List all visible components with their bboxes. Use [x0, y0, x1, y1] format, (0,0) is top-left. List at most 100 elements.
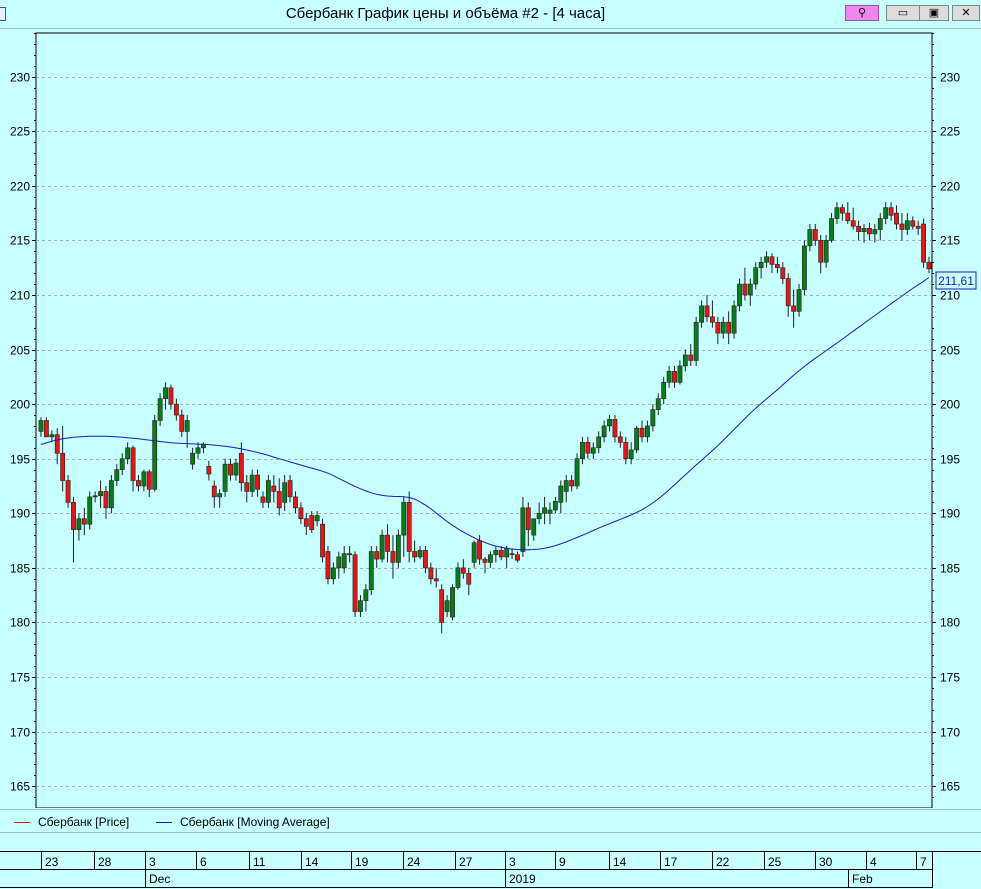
candle — [753, 262, 759, 290]
day-label: 24 — [407, 855, 421, 869]
candle — [818, 234, 824, 274]
candle — [872, 224, 878, 243]
maximize-button[interactable]: ▣ — [919, 5, 949, 21]
candle-body — [184, 420, 190, 432]
candle-body — [444, 600, 450, 612]
y-tick-label-left: 205 — [10, 344, 30, 358]
candle — [266, 475, 271, 508]
candle — [179, 409, 185, 437]
candle-body — [839, 207, 845, 214]
day-label: 6 — [200, 855, 207, 869]
day-label: 30 — [819, 855, 833, 869]
candle-body — [509, 553, 515, 556]
candle — [726, 311, 732, 345]
candle-body — [271, 485, 277, 492]
price-chart[interactable]: 165 165 170 170 175 175 180 180 185 185 190 190 195 1… — [0, 28, 981, 808]
candle-body — [293, 496, 298, 509]
candle — [710, 300, 715, 328]
candle-body — [260, 496, 266, 503]
candle — [444, 595, 450, 617]
candle-body — [98, 491, 103, 497]
y-tick-label-right: 225 — [940, 125, 960, 139]
day-label: 17 — [664, 855, 678, 869]
candle-body — [206, 466, 212, 475]
candle-body — [807, 229, 813, 247]
candle — [395, 529, 401, 568]
candle — [146, 469, 152, 497]
last-price-label: 211,61 — [938, 274, 974, 288]
candle — [769, 253, 775, 274]
candle — [271, 475, 277, 503]
candle-body — [542, 507, 547, 514]
candle — [498, 546, 504, 561]
link-button[interactable]: ⚲ — [845, 5, 879, 21]
candle — [217, 489, 223, 508]
candle-body — [769, 256, 775, 265]
candle — [320, 518, 325, 563]
candle-body — [737, 283, 742, 307]
candle-body — [796, 289, 802, 312]
candle-body — [249, 474, 255, 492]
candle-body — [558, 485, 564, 503]
candle — [525, 502, 531, 547]
legend-swatch-ma — [156, 822, 172, 824]
minimize-button[interactable]: ▭ — [886, 5, 920, 21]
candle — [184, 415, 190, 448]
candle — [136, 475, 141, 492]
candle — [894, 205, 899, 230]
day-label: 14 — [305, 855, 319, 869]
time-axis[interactable]: 23 28 3 6 11 14 19 24 27 3 9 14 17 22 25 30 4 7 Dec 2019 Fe… — [0, 851, 981, 889]
candle — [780, 262, 786, 285]
candle — [623, 436, 629, 465]
candle-body — [834, 207, 840, 219]
candle-body — [38, 420, 44, 432]
candle — [401, 496, 407, 557]
candle-body — [672, 371, 677, 383]
candle-body — [428, 567, 434, 580]
candle-body — [374, 551, 380, 560]
candle-body — [330, 567, 336, 580]
candle-body — [894, 212, 899, 225]
candle — [634, 425, 640, 454]
day-label: 4 — [870, 855, 877, 869]
candle — [628, 442, 634, 465]
candle — [536, 502, 542, 525]
candle — [439, 584, 445, 634]
legend-item-ma[interactable]: Сбербанк [Moving Average] — [156, 815, 330, 829]
candle-body — [244, 482, 250, 492]
candle-body — [390, 551, 396, 563]
candle — [60, 425, 66, 492]
candle-body — [136, 480, 141, 487]
y-tick-label-left: 220 — [10, 180, 30, 194]
candle — [44, 417, 49, 438]
candle-body — [228, 463, 233, 476]
candle-body — [341, 553, 347, 569]
legend-item-price[interactable]: Сбербанк [Price] — [14, 815, 129, 829]
candle — [607, 415, 612, 432]
candle-body — [276, 491, 282, 509]
candle — [552, 496, 558, 514]
candle — [910, 216, 916, 230]
candle — [460, 559, 466, 579]
candle — [168, 384, 174, 410]
candle — [715, 316, 721, 345]
candle-body — [233, 462, 239, 476]
candle-body — [146, 471, 152, 490]
candle-body — [628, 449, 634, 460]
candle — [856, 220, 862, 241]
candle — [829, 213, 834, 243]
candle — [688, 344, 694, 366]
candle-body — [710, 316, 715, 323]
close-button[interactable]: ✕ — [952, 5, 980, 21]
day-label: 19 — [355, 855, 369, 869]
candle — [672, 365, 677, 388]
y-tick-label-left: 170 — [10, 726, 30, 740]
candle-body — [81, 518, 87, 525]
candle-body — [590, 447, 596, 454]
candle — [114, 464, 120, 486]
candle-body — [515, 554, 520, 561]
candle-body — [845, 212, 851, 222]
y-tick-label-left: 185 — [10, 562, 30, 576]
candle-body — [201, 444, 206, 449]
candle — [883, 202, 889, 225]
